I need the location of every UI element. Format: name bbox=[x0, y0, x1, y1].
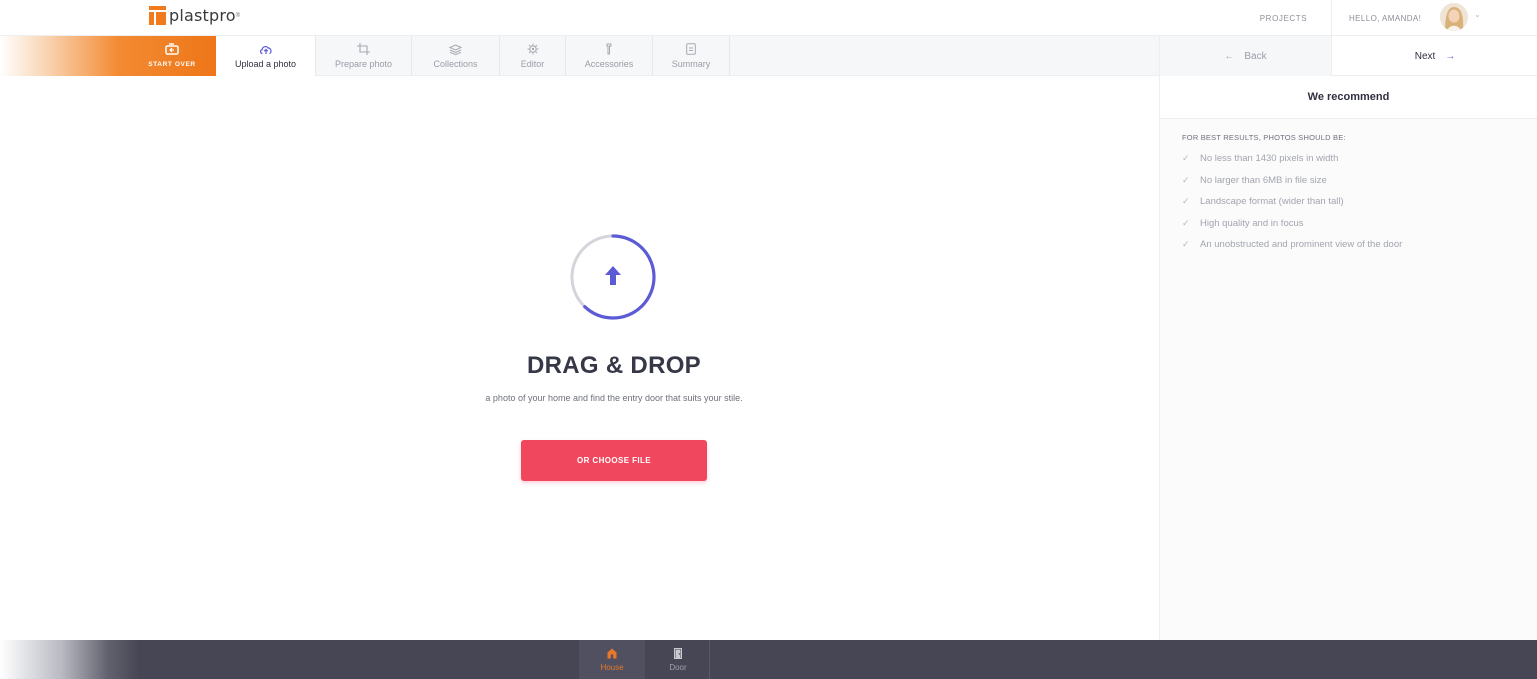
plastpro-logo-mark-icon bbox=[149, 6, 166, 25]
wizard-nav: ← Back Next → bbox=[1159, 36, 1537, 76]
requirement-text: High quality and in focus bbox=[1200, 217, 1304, 229]
choose-file-button[interactable]: OR CHOOSE FILE bbox=[521, 440, 707, 481]
step-collections[interactable]: Collections bbox=[412, 36, 500, 76]
step-label: Accessories bbox=[584, 59, 634, 69]
back-button[interactable]: ← Back bbox=[1160, 36, 1332, 76]
handle-icon bbox=[602, 43, 616, 55]
requirement-text: An unobstructed and prominent view of th… bbox=[1200, 239, 1403, 250]
start-over-label: START OVER bbox=[148, 61, 196, 68]
list-item: ✓ No larger than 6MB in file size bbox=[1182, 175, 1402, 197]
next-button[interactable]: Next → bbox=[1332, 36, 1537, 76]
check-icon: ✓ bbox=[1182, 153, 1190, 163]
recommend-title: We recommend bbox=[1160, 76, 1537, 119]
tab-divider bbox=[709, 640, 710, 679]
check-icon: ✓ bbox=[1182, 217, 1190, 228]
list-item: ✓ High quality and in focus bbox=[1182, 218, 1402, 240]
check-icon: ✓ bbox=[1182, 174, 1190, 185]
upload-progress-ring bbox=[570, 234, 656, 320]
step-upload-photo[interactable]: Upload a photo bbox=[216, 36, 316, 76]
list-item: ✓ Landscape format (wider than tall) bbox=[1182, 196, 1402, 218]
recommend-panel: We recommend FOR BEST RESULTS, PHOTOS SH… bbox=[1159, 76, 1537, 640]
step-accessories[interactable]: Accessories bbox=[566, 36, 653, 76]
requirements-list: ✓ No less than 1430 pixels in width ✓ No l… bbox=[1182, 153, 1402, 261]
arrow-up-icon bbox=[605, 266, 621, 285]
upload-dropzone[interactable]: DRAG & DROP a photo of your home and fin… bbox=[0, 76, 1159, 640]
step-label: Prepare photo bbox=[334, 59, 393, 69]
step-label: Upload a photo bbox=[234, 59, 297, 69]
step-label: Collections bbox=[433, 59, 478, 69]
restart-icon bbox=[165, 43, 179, 55]
wizard-steps-bar: START OVER Upload a photo Prepare photo … bbox=[0, 36, 1159, 76]
requirement-text: Landscape format (wider than tall) bbox=[1200, 196, 1344, 207]
arrow-left-icon: ← bbox=[1224, 50, 1235, 62]
step-editor[interactable]: Editor bbox=[500, 36, 566, 76]
arrow-right-icon: → bbox=[1445, 50, 1456, 62]
list-item: ✓ No less than 1430 pixels in width bbox=[1182, 153, 1402, 175]
step-label: Summary bbox=[671, 59, 711, 69]
list-item: ✓ An unobstructed and prominent view of t… bbox=[1182, 239, 1402, 261]
next-label: Next bbox=[1414, 50, 1436, 62]
chevron-down-icon[interactable]: ⌄ bbox=[1474, 10, 1481, 19]
recommend-subtitle: FOR BEST RESULTS, PHOTOS SHOULD BE: bbox=[1182, 133, 1346, 142]
requirement-text: No larger than 6MB in file size bbox=[1200, 174, 1327, 186]
projects-link[interactable]: PROJECTS bbox=[1236, 0, 1332, 36]
check-icon: ✓ bbox=[1182, 196, 1190, 206]
cloud-upload-icon bbox=[259, 43, 273, 55]
tab-house-label: House bbox=[600, 662, 624, 672]
requirement-text: No less than 1430 pixels in width bbox=[1200, 153, 1339, 164]
plastpro-logo[interactable]: plastpro ® bbox=[149, 6, 240, 25]
tab-door[interactable]: Door bbox=[645, 640, 711, 679]
layers-icon bbox=[449, 43, 463, 55]
door-icon bbox=[674, 647, 682, 659]
start-over-button[interactable]: START OVER bbox=[0, 36, 216, 76]
step-label: Editor bbox=[520, 59, 545, 69]
check-icon: ✓ bbox=[1182, 239, 1190, 249]
crop-icon bbox=[357, 43, 371, 55]
gear-icon bbox=[526, 43, 540, 55]
house-icon bbox=[607, 648, 617, 658]
drag-drop-subtitle: a photo of your home and find the entry … bbox=[485, 393, 743, 403]
tab-house[interactable]: House bbox=[579, 640, 645, 679]
top-header: plastpro ® PROJECTS HELLO, AMANDA! ⌄ bbox=[0, 0, 1537, 36]
document-icon bbox=[684, 43, 698, 55]
step-summary[interactable]: Summary bbox=[653, 36, 730, 76]
tab-door-label: Door bbox=[669, 662, 687, 672]
back-label: Back bbox=[1244, 50, 1267, 62]
step-prepare-photo[interactable]: Prepare photo bbox=[316, 36, 412, 76]
bottom-toolbar: House Door bbox=[0, 640, 1537, 679]
user-greeting[interactable]: HELLO, AMANDA! bbox=[1349, 0, 1421, 36]
user-avatar[interactable] bbox=[1440, 3, 1468, 31]
logo-text: plastpro bbox=[169, 6, 236, 25]
drag-drop-title: DRAG & DROP bbox=[527, 352, 701, 379]
